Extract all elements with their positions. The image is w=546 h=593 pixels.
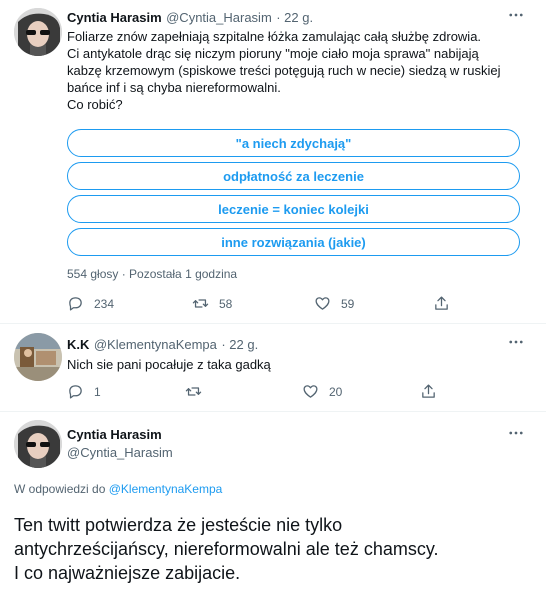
reply-count: 234 — [94, 296, 115, 311]
share-button[interactable] — [420, 383, 447, 400]
tweet-text-line: I co najważniejsze zabijacie. — [14, 563, 241, 583]
author-handle[interactable]: @KlementynaKempa — [94, 337, 217, 352]
tweet-text-line: antychrześcijańscy, niereformowalni ale … — [14, 539, 439, 559]
tweet-text-line: Ci antykatole drąc się niczym pioruny "m… — [67, 46, 479, 61]
avatar[interactable] — [14, 420, 62, 468]
tweet-text: Ten twitt potwierdza że jesteście nie ty… — [14, 513, 439, 585]
tweet-text-line: kabzę krzemowym (spiskowe treści potęguj… — [67, 63, 501, 78]
like-count: 20 — [329, 384, 343, 399]
reply-icon — [69, 385, 82, 399]
heart-icon — [315, 297, 330, 310]
tweet-text-line: Foliarze znów zapełniają szpitalne łóżka… — [67, 29, 482, 44]
poll-meta: 554 głosy · Pozostała 1 godzina — [67, 267, 238, 281]
like-button[interactable]: 59 — [314, 295, 354, 312]
tweet-time[interactable]: · 22 g. — [221, 337, 258, 352]
more-horizontal-icon[interactable] — [507, 424, 525, 445]
retweet-button[interactable] — [185, 383, 212, 400]
tweet-text-line: bańce inf i są chyba niereformowalni. — [67, 80, 281, 95]
more-horizontal-icon[interactable] — [507, 6, 525, 27]
share-button[interactable] — [433, 295, 460, 312]
retweet-count: 58 — [219, 296, 233, 311]
tweet-time[interactable]: · 22 g. — [276, 10, 313, 25]
more-horizontal-icon[interactable] — [507, 333, 525, 354]
poll-option-3[interactable]: leczenie = koniec kolejki — [67, 195, 520, 223]
reply-button[interactable]: 1 — [67, 383, 101, 400]
retweet-icon — [192, 299, 209, 308]
reply-button[interactable]: 234 — [67, 295, 114, 312]
divider — [0, 411, 546, 412]
avatar-image — [14, 8, 62, 56]
avatar-image — [14, 420, 62, 468]
retweet-button[interactable]: 58 — [192, 295, 232, 312]
heart-icon — [303, 385, 318, 398]
author-name[interactable]: Cyntia Harasim — [67, 10, 162, 25]
poll-option-1[interactable]: "a niech zdychają" — [67, 129, 520, 157]
like-button[interactable]: 20 — [302, 383, 342, 400]
reply-count: 1 — [94, 384, 101, 399]
author-name[interactable]: K.K — [67, 337, 89, 352]
author-name[interactable]: Cyntia Harasim — [67, 427, 162, 442]
divider — [0, 323, 546, 324]
tweet-text-line: Ten twitt potwierdza że jesteście nie ty… — [14, 515, 343, 535]
avatar[interactable] — [14, 333, 62, 381]
avatar[interactable] — [14, 8, 62, 56]
reply-prefix: W odpowiedzi do — [14, 482, 106, 496]
reply-to-link[interactable]: @KlementynaKempa — [109, 482, 223, 496]
tweet-text-line: Co robić? — [67, 97, 123, 112]
like-count: 59 — [341, 296, 355, 311]
reply-context: W odpowiedzi do @KlementynaKempa — [14, 482, 222, 496]
poll-option-2[interactable]: odpłatność za leczenie — [67, 162, 520, 190]
tweet-text: Foliarze znów zapełniają szpitalne łóżka… — [67, 28, 537, 113]
share-icon — [435, 296, 448, 310]
share-icon — [422, 384, 435, 398]
avatar-image — [14, 333, 62, 381]
poll-option-4[interactable]: inne rozwiązania (jakie) — [67, 228, 520, 256]
reply-icon — [69, 297, 82, 311]
author-handle[interactable]: @Cyntia_Harasim — [166, 10, 272, 25]
tweet-text: Nich sie pani pocałuje z taka gadką — [67, 357, 271, 372]
retweet-icon — [185, 387, 202, 396]
author-handle[interactable]: @Cyntia_Harasim — [67, 445, 173, 460]
